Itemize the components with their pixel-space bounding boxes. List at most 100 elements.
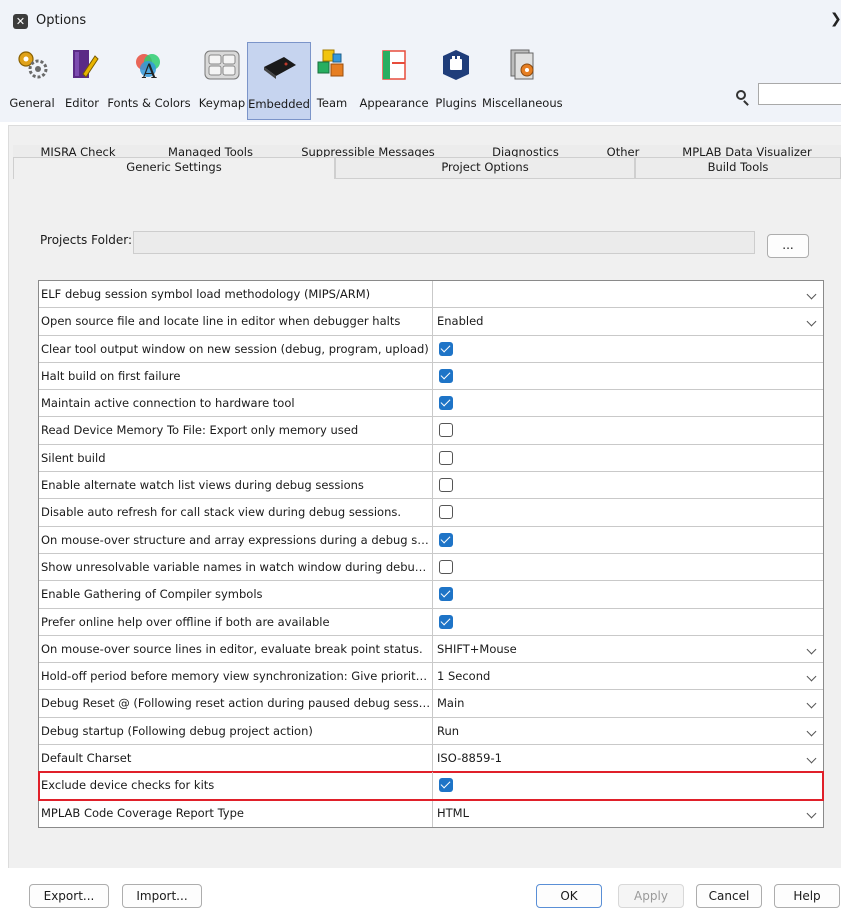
category-fonts-colors[interactable]: A Fonts & Colors bbox=[103, 42, 195, 120]
setting-dropdown[interactable]: SHIFT+Mouse bbox=[433, 636, 823, 662]
svg-text:A: A bbox=[141, 59, 157, 82]
category-editor[interactable]: Editor bbox=[62, 42, 102, 120]
setting-label: Debug Reset @ (Following reset action du… bbox=[39, 690, 433, 717]
export-button[interactable]: Export... bbox=[29, 884, 109, 908]
miscellaneous-icon bbox=[510, 49, 534, 80]
setting-row: MPLAB Code Coverage Report Type HTML bbox=[39, 799, 823, 827]
tab-row-2: Generic Settings Project Options Build T… bbox=[13, 157, 841, 179]
checkbox-unchecked[interactable] bbox=[439, 478, 453, 493]
import-button[interactable]: Import... bbox=[122, 884, 202, 908]
category-label: Appearance bbox=[359, 96, 429, 110]
category-miscellaneous[interactable]: Miscellaneous bbox=[482, 42, 563, 120]
category-label: Team bbox=[316, 96, 348, 110]
category-plugins[interactable]: Plugins bbox=[433, 42, 479, 120]
checkbox-unchecked[interactable] bbox=[439, 450, 453, 465]
setting-label: Read Device Memory To File: Export only … bbox=[39, 417, 433, 444]
checkbox-checked[interactable] bbox=[439, 368, 453, 383]
setting-label: Maintain active connection to hardware t… bbox=[39, 390, 433, 417]
setting-label: Show unresolvable variable names in watc… bbox=[39, 553, 433, 581]
setting-checkbox-cell bbox=[433, 417, 823, 443]
setting-label: Enable alternate watch list views during… bbox=[39, 472, 433, 499]
tab-project-options[interactable]: Project Options bbox=[335, 157, 635, 179]
category-embedded[interactable]: Embedded bbox=[247, 42, 311, 120]
setting-row: Default Charset ISO-8859-1 bbox=[39, 745, 823, 773]
setting-row: Show unresolvable variable names in watc… bbox=[39, 553, 823, 582]
setting-label: Enable Gathering of Compiler symbols bbox=[39, 581, 433, 608]
embedded-chip-icon bbox=[264, 57, 296, 79]
setting-checkbox-cell bbox=[433, 363, 823, 389]
setting-checkbox-cell bbox=[433, 499, 823, 525]
checkbox-unchecked[interactable] bbox=[439, 559, 453, 574]
chevron-down-icon bbox=[806, 808, 817, 819]
setting-row: Read Device Memory To File: Export only … bbox=[39, 417, 823, 445]
checkbox-checked[interactable] bbox=[439, 614, 453, 629]
tab-generic-settings[interactable]: Generic Settings bbox=[13, 157, 335, 179]
setting-dropdown[interactable]: Run bbox=[433, 718, 823, 744]
gears-icon bbox=[18, 51, 48, 79]
checkbox-checked[interactable] bbox=[439, 778, 453, 793]
setting-dropdown[interactable]: 1 Second bbox=[433, 663, 823, 689]
chevron-down-icon bbox=[806, 289, 817, 300]
setting-checkbox-cell bbox=[433, 527, 823, 553]
setting-row: Enable Gathering of Compiler symbols bbox=[39, 581, 823, 609]
ok-button[interactable]: OK bbox=[536, 884, 602, 908]
projects-folder-field[interactable] bbox=[133, 231, 755, 254]
setting-label: ELF debug session symbol load methodolog… bbox=[39, 281, 433, 308]
category-appearance[interactable]: Appearance bbox=[356, 42, 432, 120]
category-general[interactable]: General bbox=[6, 42, 58, 120]
setting-label: Open source file and locate line in edit… bbox=[39, 308, 433, 335]
setting-checkbox-cell bbox=[433, 445, 823, 471]
setting-dropdown[interactable]: Enabled bbox=[433, 308, 823, 334]
setting-row: On mouse-over structure and array expres… bbox=[39, 526, 823, 554]
checkbox-checked[interactable] bbox=[439, 587, 453, 602]
setting-row: Clear tool output window on new session … bbox=[39, 335, 823, 363]
setting-checkbox-cell bbox=[433, 772, 823, 798]
close-chevron-icon[interactable]: ❯ bbox=[830, 11, 841, 27]
editor-icon bbox=[73, 50, 99, 78]
tab-build-tools[interactable]: Build Tools bbox=[635, 157, 841, 179]
setting-dropdown[interactable] bbox=[433, 281, 823, 307]
chevron-down-icon bbox=[806, 699, 817, 709]
setting-row: Debug Reset @ (Following reset action du… bbox=[39, 690, 823, 718]
setting-label: Prefer online help over offline if both … bbox=[39, 608, 433, 635]
setting-row: Silent build bbox=[39, 444, 823, 473]
checkbox-unchecked[interactable] bbox=[439, 505, 453, 520]
setting-label: On mouse-over structure and array expres… bbox=[39, 526, 433, 553]
category-label: General bbox=[9, 96, 55, 110]
setting-row: ELF debug session symbol load methodolog… bbox=[39, 281, 823, 309]
title-bar: ✕ Options ❯ bbox=[0, 0, 841, 40]
keymap-icon bbox=[204, 50, 240, 80]
chevron-down-icon bbox=[806, 726, 817, 737]
setting-dropdown[interactable]: HTML bbox=[433, 800, 823, 827]
team-icon bbox=[317, 49, 344, 77]
apply-button[interactable]: Apply bbox=[618, 884, 684, 908]
category-keymap[interactable]: Keymap bbox=[198, 42, 246, 120]
setting-label: Hold-off period before memory view synch… bbox=[39, 663, 433, 690]
help-button[interactable]: Help bbox=[774, 884, 840, 908]
setting-dropdown[interactable]: Main bbox=[433, 690, 823, 716]
category-team[interactable]: Team bbox=[314, 42, 350, 120]
setting-checkbox-cell bbox=[433, 472, 823, 498]
setting-label: MPLAB Code Coverage Report Type bbox=[39, 799, 433, 827]
checkbox-checked[interactable] bbox=[439, 341, 453, 356]
browse-button[interactable]: ... bbox=[767, 234, 809, 258]
checkbox-checked[interactable] bbox=[439, 396, 453, 411]
setting-row: Disable auto refresh for call stack view… bbox=[39, 499, 823, 527]
search-icon bbox=[736, 90, 746, 100]
dropdown-value: HTML bbox=[437, 805, 470, 820]
setting-checkbox-cell bbox=[433, 581, 823, 607]
chevron-down-icon bbox=[806, 644, 817, 655]
projects-folder-label: Projects Folder: bbox=[40, 233, 133, 247]
dropdown-value: ISO-8859-1 bbox=[437, 751, 502, 766]
setting-dropdown[interactable]: ISO-8859-1 bbox=[433, 745, 823, 771]
setting-row: Maintain active connection to hardware t… bbox=[39, 390, 823, 418]
checkbox-checked[interactable] bbox=[439, 532, 453, 547]
setting-row: Exclude device checks for kits bbox=[38, 771, 824, 801]
settings-table: ELF debug session symbol load methodolog… bbox=[38, 280, 824, 828]
chevron-down-icon bbox=[806, 316, 817, 327]
checkbox-unchecked[interactable] bbox=[439, 423, 453, 438]
setting-label: Halt build on first failure bbox=[39, 362, 433, 390]
setting-label: Default Charset bbox=[39, 745, 433, 772]
search-input[interactable] bbox=[758, 83, 841, 105]
cancel-button[interactable]: Cancel bbox=[696, 884, 762, 908]
